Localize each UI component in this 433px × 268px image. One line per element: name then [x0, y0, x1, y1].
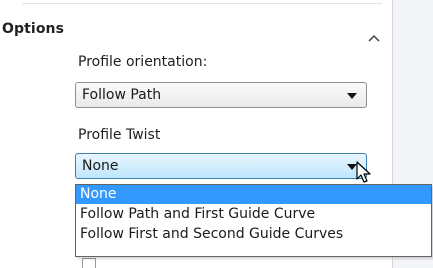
- section-title: Options: [2, 21, 65, 37]
- profile-twist-label: Profile Twist: [78, 127, 161, 143]
- profile-twist-dropdown-list[interactable]: None Follow Path and First Guide Curve F…: [75, 184, 432, 257]
- panel-divider: [22, 3, 382, 4]
- profile-twist-value: None: [82, 158, 119, 174]
- dropdown-option[interactable]: None: [76, 185, 431, 204]
- partially-hidden-checkbox[interactable]: [82, 258, 96, 268]
- dropdown-option[interactable]: Follow First and Second Guide Curves: [76, 225, 431, 244]
- chevron-up-icon[interactable]: [368, 27, 380, 46]
- profile-orientation-value: Follow Path: [82, 87, 162, 103]
- profile-twist-select[interactable]: None: [75, 153, 367, 179]
- profile-orientation-select[interactable]: Follow Path: [75, 82, 367, 108]
- caret-down-icon[interactable]: [347, 93, 357, 99]
- dropdown-option[interactable]: Follow Path and First Guide Curve: [76, 205, 431, 224]
- mouse-pointer-icon: [356, 161, 372, 189]
- options-section-header[interactable]: Options: [0, 18, 392, 44]
- profile-orientation-label: Profile orientation:: [78, 54, 208, 70]
